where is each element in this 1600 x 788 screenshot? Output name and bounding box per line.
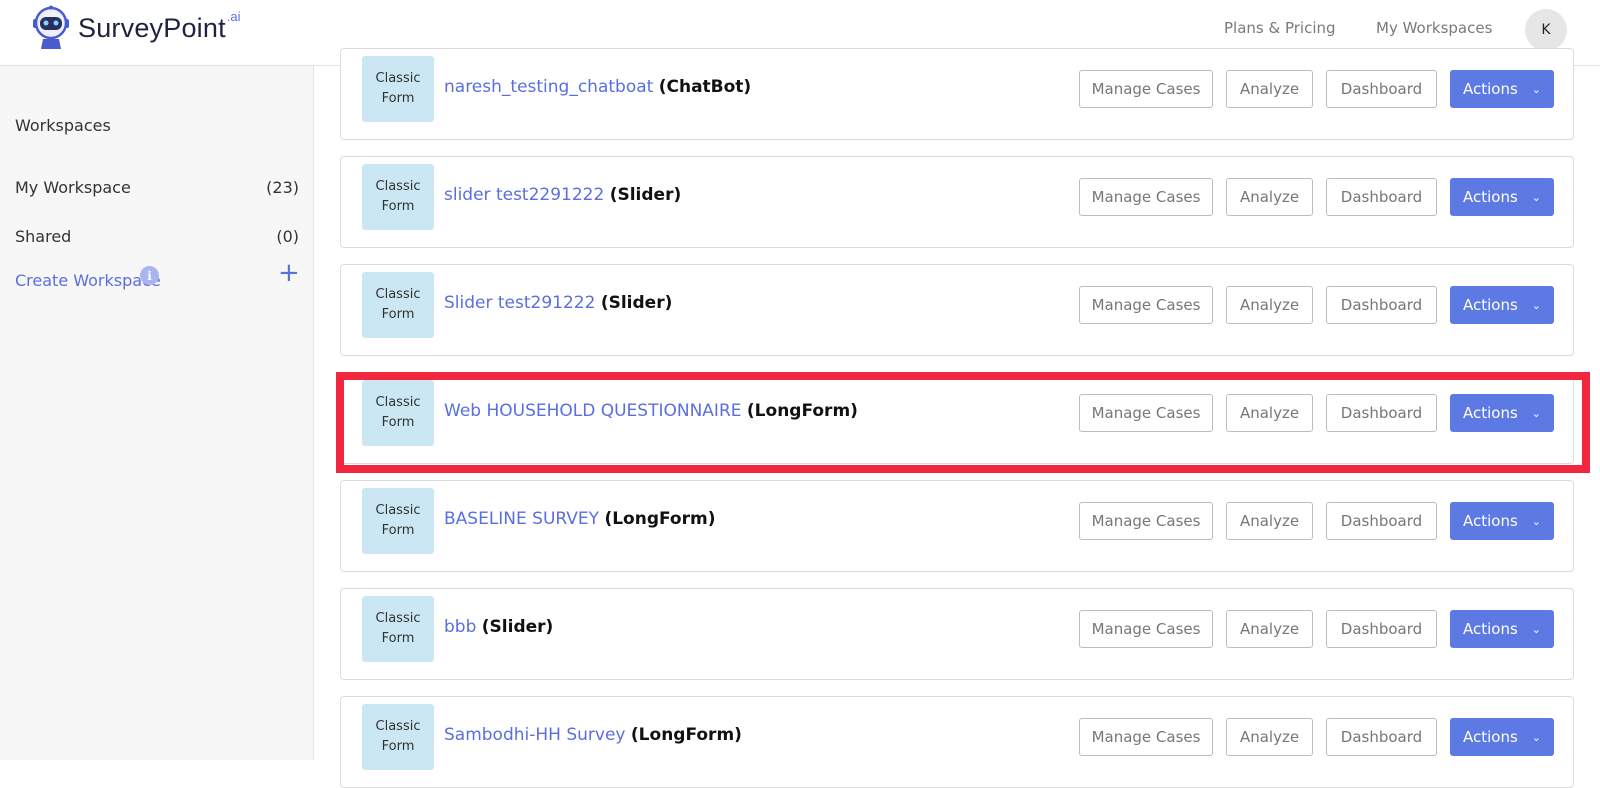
survey-card: Classic Form slider test2291222 (Slider)…: [340, 156, 1574, 248]
actions-dropdown-button[interactable]: Actions ⌄: [1450, 70, 1554, 108]
survey-card: Classic Form Slider test291222 (Slider) …: [340, 264, 1574, 356]
dashboard-button[interactable]: Dashboard: [1326, 502, 1437, 540]
chevron-down-icon: ⌄: [1531, 190, 1541, 204]
actions-dropdown-button[interactable]: Actions ⌄: [1450, 286, 1554, 324]
badge-line-1: Classic: [375, 611, 421, 626]
actions-dropdown-button[interactable]: Actions ⌄: [1450, 610, 1554, 648]
actions-dropdown-button[interactable]: Actions ⌄: [1450, 178, 1554, 216]
manage-cases-button[interactable]: Manage Cases: [1079, 70, 1213, 108]
survey-type-badge: Classic Form: [362, 272, 434, 338]
survey-title: bbb (Slider): [444, 617, 553, 637]
actions-dropdown-button[interactable]: Actions ⌄: [1450, 502, 1554, 540]
survey-form-type: (ChatBot): [658, 77, 752, 97]
survey-name-link[interactable]: slider test2291222: [444, 185, 604, 205]
badge-line-2: Form: [381, 91, 415, 106]
survey-card: Classic Form bbb (Slider) Manage Cases A…: [340, 588, 1574, 680]
badge-line-2: Form: [381, 523, 415, 538]
analyze-button[interactable]: Analyze: [1226, 502, 1313, 540]
actions-label: Actions: [1462, 80, 1518, 98]
logo-text: SurveyPoint: [78, 12, 226, 43]
actions-label: Actions: [1462, 296, 1518, 314]
analyze-button[interactable]: Analyze: [1226, 610, 1313, 648]
analyze-button[interactable]: Analyze: [1226, 286, 1313, 324]
dashboard-button[interactable]: Dashboard: [1326, 178, 1437, 216]
survey-form-type: (LongForm): [604, 509, 716, 529]
sidebar-item-shared[interactable]: Shared (0): [15, 227, 299, 246]
survey-title: Slider test291222 (Slider): [444, 293, 672, 313]
dashboard-button[interactable]: Dashboard: [1326, 718, 1437, 756]
info-icon[interactable]: i: [140, 266, 159, 285]
survey-form-type: (LongForm): [630, 725, 742, 745]
survey-name-link[interactable]: BASELINE SURVEY: [444, 509, 599, 529]
badge-line-1: Classic: [375, 71, 421, 86]
survey-title: slider test2291222 (Slider): [444, 185, 681, 205]
manage-cases-button[interactable]: Manage Cases: [1079, 178, 1213, 216]
manage-cases-button[interactable]: Manage Cases: [1079, 502, 1213, 540]
analyze-button[interactable]: Analyze: [1226, 70, 1313, 108]
dashboard-button[interactable]: Dashboard: [1326, 286, 1437, 324]
badge-line-1: Classic: [375, 719, 421, 734]
sidebar-item-count: (23): [266, 178, 299, 197]
chevron-down-icon: ⌄: [1531, 622, 1541, 636]
survey-name-link[interactable]: Slider test291222: [444, 293, 595, 313]
badge-line-1: Classic: [375, 503, 421, 518]
survey-form-type: (Slider): [609, 185, 682, 205]
survey-title: Sambodhi-HH Survey (LongForm): [444, 725, 742, 745]
actions-label: Actions: [1462, 188, 1518, 206]
survey-card: Classic Form Sambodhi-HH Survey (LongFor…: [340, 696, 1574, 788]
actions-dropdown-button[interactable]: Actions ⌄: [1450, 718, 1554, 756]
survey-form-type: (Slider): [481, 617, 554, 637]
survey-name-link[interactable]: Sambodhi-HH Survey: [444, 725, 626, 745]
survey-form-type: (Slider): [600, 293, 673, 313]
survey-type-badge: Classic Form: [362, 704, 434, 770]
manage-cases-button[interactable]: Manage Cases: [1079, 286, 1213, 324]
highlight-box: [336, 372, 1590, 473]
chevron-down-icon: ⌄: [1531, 82, 1541, 96]
badge-line-1: Classic: [375, 179, 421, 194]
manage-cases-button[interactable]: Manage Cases: [1079, 718, 1213, 756]
actions-label: Actions: [1462, 512, 1518, 530]
analyze-button[interactable]: Analyze: [1226, 718, 1313, 756]
survey-type-badge: Classic Form: [362, 488, 434, 554]
badge-line-1: Classic: [375, 287, 421, 302]
survey-name-link[interactable]: naresh_testing_chatboat: [444, 77, 653, 97]
dashboard-button[interactable]: Dashboard: [1326, 70, 1437, 108]
survey-card: Classic Form naresh_testing_chatboat (Ch…: [340, 48, 1574, 140]
badge-line-2: Form: [381, 307, 415, 322]
add-workspace-plus-icon[interactable]: +: [278, 260, 300, 286]
survey-type-badge: Classic Form: [362, 56, 434, 122]
badge-line-2: Form: [381, 631, 415, 646]
sidebar-title: Workspaces: [15, 116, 111, 135]
create-workspace-link[interactable]: Create Workspace: [15, 271, 161, 290]
badge-line-2: Form: [381, 739, 415, 754]
nav-plans-pricing[interactable]: Plans & Pricing: [1224, 19, 1336, 37]
dashboard-button[interactable]: Dashboard: [1326, 610, 1437, 648]
analyze-button[interactable]: Analyze: [1226, 178, 1313, 216]
survey-card: Classic Form BASELINE SURVEY (LongForm) …: [340, 480, 1574, 572]
sidebar-item-my-workspace[interactable]: My Workspace (23): [15, 178, 299, 197]
sidebar-item-label: Shared: [15, 227, 72, 246]
workspace-sidebar: Workspaces My Workspace (23) Shared (0) …: [0, 66, 314, 760]
chevron-down-icon: ⌄: [1531, 730, 1541, 744]
user-avatar[interactable]: K: [1525, 9, 1567, 51]
chevron-down-icon: ⌄: [1531, 298, 1541, 312]
robot-mascot-icon: [33, 5, 69, 49]
surveypoint-logo[interactable]: SurveyPoint .ai: [30, 4, 241, 52]
survey-title: naresh_testing_chatboat (ChatBot): [444, 77, 751, 97]
chevron-down-icon: ⌄: [1531, 514, 1541, 528]
actions-label: Actions: [1462, 620, 1518, 638]
survey-type-badge: Classic Form: [362, 164, 434, 230]
logo-suffix: .ai: [226, 8, 241, 24]
actions-label: Actions: [1462, 728, 1518, 746]
manage-cases-button[interactable]: Manage Cases: [1079, 610, 1213, 648]
sidebar-item-count: (0): [276, 227, 299, 246]
nav-my-workspaces[interactable]: My Workspaces: [1376, 19, 1492, 37]
sidebar-item-label: My Workspace: [15, 178, 131, 197]
badge-line-2: Form: [381, 199, 415, 214]
survey-name-link[interactable]: bbb: [444, 617, 476, 637]
survey-title: BASELINE SURVEY (LongForm): [444, 509, 715, 529]
survey-type-badge: Classic Form: [362, 596, 434, 662]
